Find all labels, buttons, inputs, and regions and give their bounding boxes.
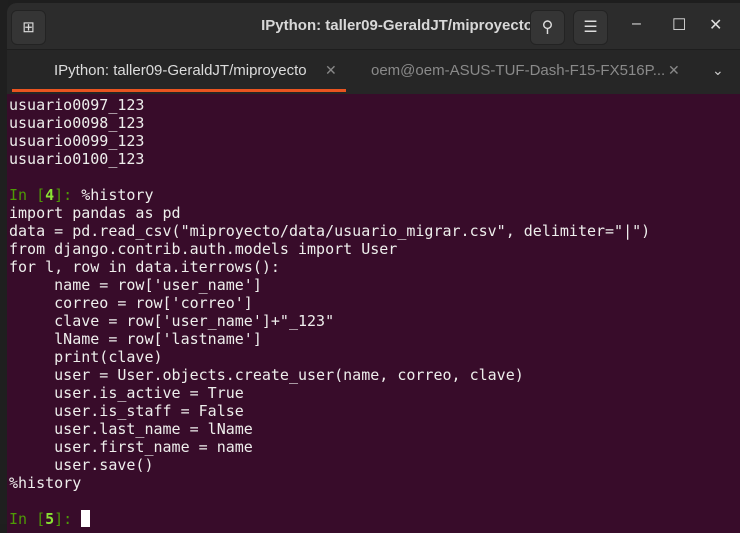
- text-cursor: [81, 510, 91, 527]
- history-line: %history: [9, 474, 82, 492]
- minimize-button[interactable]: –: [632, 15, 641, 33]
- history-line: user.first_name = name: [9, 438, 253, 456]
- history-line: clave = row['user_name']+"_123": [9, 312, 335, 330]
- terminal-output[interactable]: usuario0097_123 usuario0098_123 usuario0…: [7, 94, 740, 533]
- history-line: user.save(): [9, 456, 154, 474]
- history-line: user.is_staff = False: [9, 402, 244, 420]
- maximize-button[interactable]: ☐: [672, 15, 686, 35]
- tabs-dropdown-chevron-icon[interactable]: ⌄: [712, 62, 724, 79]
- history-line: print(clave): [9, 348, 163, 366]
- history-line: from django.contrib.auth.models import U…: [9, 240, 398, 258]
- close-tab-icon[interactable]: ✕: [668, 62, 680, 79]
- prompt-number: 5: [45, 510, 55, 528]
- history-line: correo = row['correo']: [9, 294, 253, 312]
- hamburger-icon: ☰: [583, 19, 598, 36]
- tab-oem[interactable]: oem@oem-ASUS-TUF-Dash-F15-FX516P...: [371, 62, 665, 79]
- output-line: usuario0097_123: [9, 96, 145, 114]
- close-tab-icon[interactable]: ✕: [325, 62, 337, 79]
- history-line: name = row['user_name']: [9, 276, 262, 294]
- command: %history: [81, 186, 154, 204]
- window-title: IPython: taller09-GeraldJT/miproyecto: [261, 17, 533, 34]
- history-line: user.is_active = True: [9, 384, 244, 402]
- history-line: lName = row['lastname']: [9, 330, 262, 348]
- history-line: user.last_name = lName: [9, 420, 253, 438]
- output-line: usuario0099_123: [9, 132, 145, 150]
- title-bar: ⊞ IPython: taller09-GeraldJT/miproyecto …: [7, 3, 740, 49]
- history-line: import pandas as pd: [9, 204, 181, 222]
- search-icon: ⚲: [541, 19, 554, 36]
- search-button[interactable]: ⚲: [530, 10, 565, 45]
- tab-ipython[interactable]: IPython: taller09-GeraldJT/miproyecto: [54, 62, 307, 79]
- output-line: usuario0098_123: [9, 114, 145, 132]
- history-line: for l, row in data.iterrows():: [9, 258, 280, 276]
- active-tab-indicator: [12, 89, 346, 92]
- history-line: data = pd.read_csv("miproyecto/data/usua…: [9, 222, 651, 240]
- prompt-text: In [: [9, 186, 46, 204]
- tab-bar: IPython: taller09-GeraldJT/miproyecto ✕ …: [7, 49, 740, 94]
- output-line: usuario0100_123: [9, 150, 145, 168]
- prompt-text: ]:: [54, 510, 82, 528]
- terminal-window: ⊞ IPython: taller09-GeraldJT/miproyecto …: [7, 3, 740, 533]
- menu-button[interactable]: ☰: [573, 10, 608, 45]
- close-button[interactable]: ✕: [709, 15, 722, 35]
- prompt-number: 4: [45, 186, 55, 204]
- prompt-text: ]:: [54, 186, 82, 204]
- prompt-text: In [: [9, 510, 46, 528]
- history-line: user = User.objects.create_user(name, co…: [9, 366, 524, 384]
